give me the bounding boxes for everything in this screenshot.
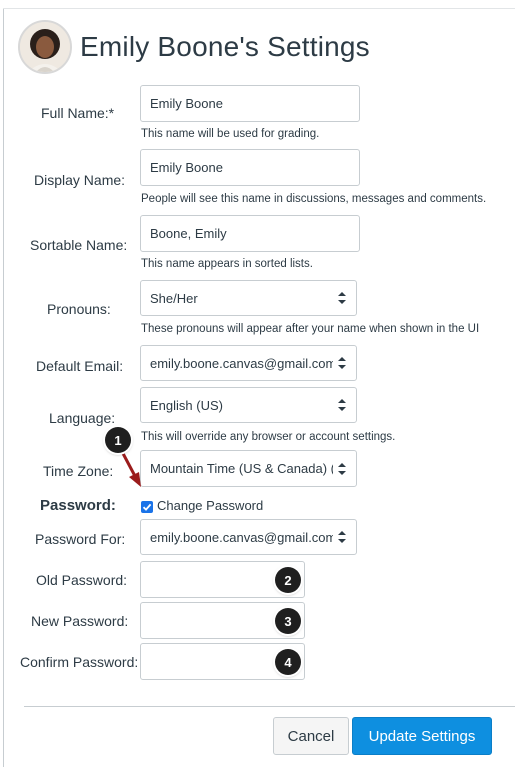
language-label: Language:: [49, 410, 116, 426]
confirm-password-label: Confirm Password:: [20, 654, 139, 670]
page-title: Emily Boone's Settings: [80, 31, 370, 62]
full-name-label: Full Name:*: [41, 105, 115, 121]
language-select[interactable]: English (US): [140, 387, 357, 423]
change-password-label[interactable]: Change Password: [157, 498, 263, 513]
checkmark-icon: [142, 503, 152, 511]
display-name-hint: People will see this name in discussions…: [141, 193, 487, 205]
avatar-photo-icon: [20, 22, 70, 72]
pronouns-select[interactable]: She/Her: [140, 280, 357, 316]
password-for-select[interactable]: emily.boone.canvas@gmail.com: [140, 519, 357, 555]
form-divider: [24, 706, 515, 707]
sortable-name-label: Sortable Name:: [30, 237, 128, 253]
change-password-checkbox[interactable]: [141, 501, 153, 513]
time-zone-select[interactable]: Mountain Time (US & Canada) (-: [140, 450, 357, 487]
select-arrows-icon: [338, 399, 346, 411]
pronouns-hint: These pronouns will appear after your na…: [141, 323, 480, 335]
display-name-label: Display Name:: [34, 172, 126, 188]
page-header: Emily Boone's Settings: [18, 20, 370, 74]
sortable-name-hint: This name appears in sorted lists.: [141, 258, 313, 270]
full-name-hint: This name will be used for grading.: [141, 128, 320, 140]
default-email-label: Default Email:: [36, 358, 124, 374]
sortable-name-input[interactable]: Boone, Emily: [140, 215, 360, 252]
avatar: [18, 20, 72, 74]
select-arrows-icon: [338, 462, 346, 475]
display-name-input[interactable]: Emily Boone: [140, 149, 360, 186]
time-zone-label: Time Zone:: [43, 463, 114, 479]
default-email-select[interactable]: emily.boone.canvas@gmail.com: [140, 345, 357, 381]
cancel-button[interactable]: Cancel: [273, 717, 349, 755]
update-settings-button[interactable]: Update Settings: [352, 717, 492, 755]
old-password-label: Old Password:: [36, 572, 128, 588]
select-arrows-icon: [338, 292, 346, 304]
panel-border-top: [3, 8, 515, 9]
language-hint: This will override any browser or accoun…: [141, 431, 396, 443]
select-arrows-icon: [338, 531, 346, 543]
step-marker-2: 2: [275, 567, 301, 593]
select-arrows-icon: [338, 357, 346, 369]
password-heading: Password:: [40, 497, 116, 514]
step-marker-4: 4: [275, 649, 301, 675]
panel-border-left: [3, 8, 4, 767]
password-for-label: Password For:: [35, 531, 126, 547]
step-marker-3: 3: [275, 608, 301, 634]
pronouns-label: Pronouns:: [47, 301, 111, 317]
new-password-label: New Password:: [31, 613, 129, 629]
full-name-input[interactable]: Emily Boone: [140, 85, 360, 122]
step-marker-1: 1: [105, 427, 131, 453]
